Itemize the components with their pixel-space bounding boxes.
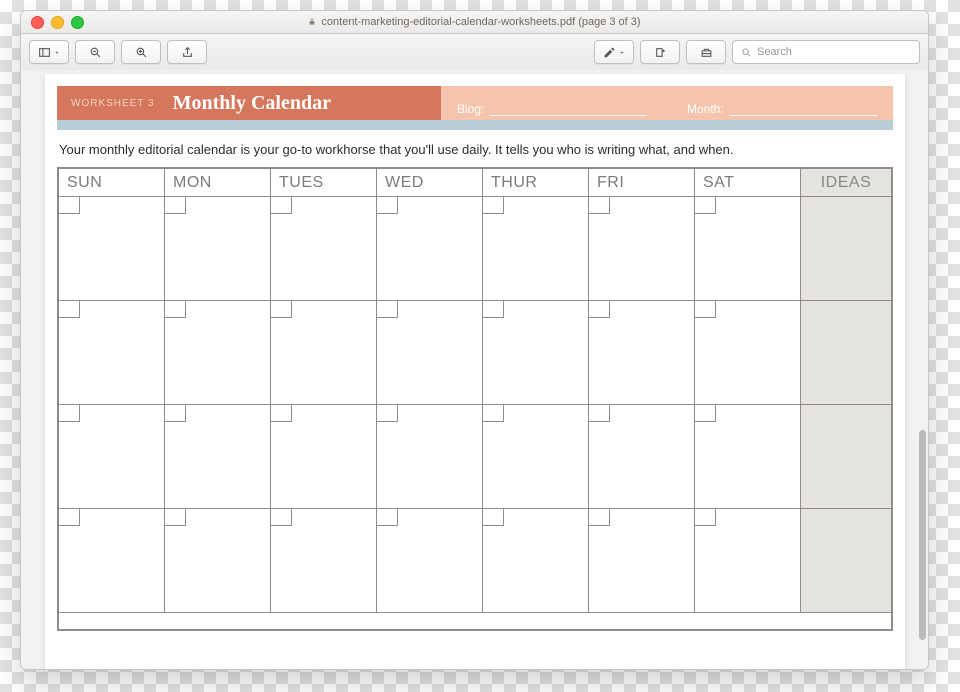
window-controls (21, 16, 84, 29)
ideas-header: IDEAS (801, 169, 891, 197)
header-accent-band (57, 120, 893, 130)
calendar-cell (59, 509, 165, 613)
calendar-cell (695, 509, 801, 613)
worksheet-header: WORKSHEET 3 Monthly Calendar Blog: Month… (57, 86, 893, 120)
markup-button[interactable] (686, 40, 726, 64)
annotate-button[interactable] (594, 40, 634, 64)
window-title-wrap: content-marketing-editorial-calendar-wor… (21, 16, 928, 28)
rotate-icon (654, 46, 667, 59)
calendar-cell (589, 301, 695, 405)
day-header-fri: FRI (589, 169, 695, 197)
month-label: Month: (687, 102, 724, 116)
chevron-down-icon (618, 46, 626, 59)
worksheet-title: Monthly Calendar (173, 92, 331, 115)
day-header-wed: WED (377, 169, 483, 197)
app-window: content-marketing-editorial-calendar-wor… (20, 10, 929, 670)
toolbar: Search (21, 34, 928, 71)
search-icon (741, 47, 752, 58)
calendar-cell (483, 197, 589, 301)
day-header-thur: THUR (483, 169, 589, 197)
intro-text: Your monthly editorial calendar is your … (59, 142, 891, 157)
calendar-cell (589, 405, 695, 509)
calendar-cell (589, 197, 695, 301)
blog-field: Blog: (457, 102, 647, 116)
ideas-cell (801, 197, 891, 301)
calendar-cell (59, 301, 165, 405)
share-button[interactable] (167, 40, 207, 64)
titlebar: content-marketing-editorial-calendar-wor… (21, 11, 928, 34)
calendar-cell (165, 197, 271, 301)
calendar-cell (483, 301, 589, 405)
zoom-in-button[interactable] (121, 40, 161, 64)
calendar-cell (695, 197, 801, 301)
worksheet-number: WORKSHEET 3 (71, 98, 155, 109)
worksheet-header-right: Blog: Month: (441, 86, 893, 120)
rotate-button[interactable] (640, 40, 680, 64)
search-placeholder: Search (757, 46, 792, 58)
blog-label: Blog: (457, 102, 484, 116)
blog-underline (490, 115, 647, 116)
calendar-grid: SUN MON TUES WED THUR FRI SAT IDEAS (57, 167, 893, 631)
calendar-cell (483, 405, 589, 509)
calendar-cell (589, 509, 695, 613)
calendar-cell (377, 197, 483, 301)
worksheet-header-left: WORKSHEET 3 Monthly Calendar (57, 86, 441, 120)
lock-icon (308, 18, 316, 26)
window-title: content-marketing-editorial-calendar-wor… (321, 16, 640, 28)
sidebar-icon (38, 46, 51, 59)
calendar-cell (377, 301, 483, 405)
calendar-cell (165, 405, 271, 509)
toolbox-icon (700, 46, 713, 59)
zoom-in-icon (135, 46, 148, 59)
sidebar-toggle-button[interactable] (29, 40, 69, 64)
calendar-cell (165, 301, 271, 405)
zoom-window-button[interactable] (71, 16, 84, 29)
calendar-cell (695, 405, 801, 509)
ideas-cell (801, 301, 891, 405)
day-header-sun: SUN (59, 169, 165, 197)
calendar-cell (377, 405, 483, 509)
share-icon (181, 46, 194, 59)
calendar-cell (59, 405, 165, 509)
document-viewport[interactable]: WORKSHEET 3 Monthly Calendar Blog: Month… (21, 70, 928, 669)
month-field: Month: (687, 102, 877, 116)
zoom-out-button[interactable] (75, 40, 115, 64)
calendar-cell (271, 509, 377, 613)
ideas-cell (801, 509, 891, 613)
ideas-cell (801, 405, 891, 509)
calendar-cell (695, 301, 801, 405)
calendar-cell (165, 509, 271, 613)
calendar-cell (271, 405, 377, 509)
day-header-tues: TUES (271, 169, 377, 197)
calendar-cell (271, 301, 377, 405)
pdf-page: WORKSHEET 3 Monthly Calendar Blog: Month… (45, 74, 905, 669)
day-header-sat: SAT (695, 169, 801, 197)
day-header-mon: MON (165, 169, 271, 197)
calendar-cell (377, 509, 483, 613)
minimize-window-button[interactable] (51, 16, 64, 29)
pencil-icon (603, 46, 616, 59)
calendar-cell (483, 509, 589, 613)
search-field[interactable]: Search (732, 40, 920, 64)
month-underline (730, 115, 877, 116)
calendar-cell (59, 197, 165, 301)
chevron-down-icon (53, 46, 61, 59)
calendar-cell (271, 197, 377, 301)
zoom-out-icon (89, 46, 102, 59)
vertical-scrollbar[interactable] (919, 430, 926, 640)
close-window-button[interactable] (31, 16, 44, 29)
